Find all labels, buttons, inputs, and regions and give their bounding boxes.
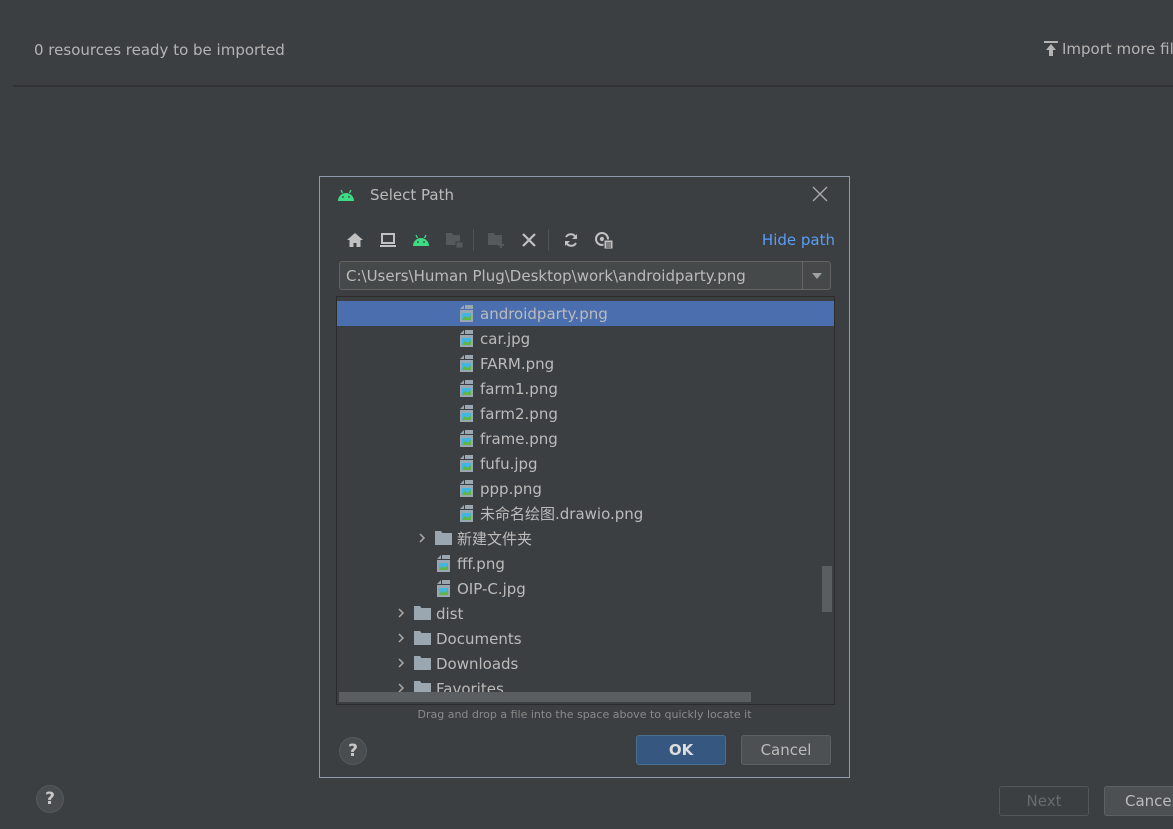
tree-item-label: Documents [436,629,522,648]
tree-item-label: 新建文件夹 [457,530,533,548]
chevron-down-icon [811,272,822,279]
tree-item-label: frame.png [480,429,558,448]
tree-item-label: FARM.png [480,354,555,373]
tree-file-row[interactable]: fff.png [337,551,834,576]
delete-icon [522,233,536,247]
chevron-right-icon[interactable] [395,632,407,644]
close-icon[interactable] [811,185,829,203]
module-folder-icon [445,232,463,248]
image-file-icon [437,580,450,597]
tree-folder-row[interactable]: Downloads [337,651,834,676]
import-more-files-label: Import more files [1062,40,1173,58]
android-project-icon [413,234,429,246]
toolbar-separator [473,229,474,251]
tree-file-row[interactable]: OIP-C.jpg [337,576,834,601]
file-tree[interactable]: Favorites Downloads Documents dist OIP-C.jpg… [336,296,835,705]
image-file-icon [460,305,473,322]
resources-status-text: 0 resources ready to be imported [34,41,285,59]
folder-icon [414,656,431,670]
tree-item-label: car.jpg [480,329,531,348]
ok-button[interactable]: OK [636,735,726,765]
help-button[interactable]: ? [36,785,64,813]
tree-item-label: farm1.png [480,379,558,398]
image-file-icon [437,555,450,572]
horizontal-scrollbar-thumb[interactable] [339,692,751,702]
tree-file-row[interactable]: androidparty.png [337,301,834,326]
folder-icon [435,531,452,545]
image-file-icon [460,455,473,472]
tree-file-row[interactable]: frame.png [337,426,834,451]
hide-path-link[interactable]: Hide path [762,231,835,249]
new-folder-icon [487,232,504,248]
show-hidden-button[interactable] [593,229,615,251]
drag-drop-hint: Drag and drop a file into the space abov… [417,708,752,721]
path-dropdown-button[interactable] [802,262,830,289]
dialog-cancel-button[interactable]: Cancel [741,735,831,765]
tree-folder-row[interactable]: dist [337,601,834,626]
image-file-icon [460,330,473,347]
select-path-dialog: Select Path Hide path C:\Users\Human Plu… [319,176,850,778]
tree-file-row[interactable]: 未命名绘图.drawio.png [337,501,834,526]
tree-file-row[interactable]: fufu.jpg [337,451,834,476]
image-file-icon [460,380,473,397]
image-file-icon [460,480,473,497]
folder-icon [414,631,431,645]
chevron-right-icon[interactable] [395,657,407,669]
desktop-icon [380,233,396,247]
new-folder-button[interactable] [485,229,507,251]
desktop-button[interactable] [377,229,399,251]
refresh-button[interactable] [560,229,582,251]
tree-item-label: 未命名绘图.drawio.png [480,505,644,523]
dialog-help-button[interactable]: ? [339,737,367,765]
toolbar-separator [548,229,549,251]
refresh-icon [565,233,577,247]
image-file-icon [460,355,473,372]
vertical-scrollbar-thumb[interactable] [822,566,832,612]
header-divider [13,85,1173,87]
next-button[interactable]: Next [999,786,1089,816]
home-icon [347,233,363,247]
toolbar [344,229,626,251]
show-hidden-icon [595,231,613,249]
folder-icon [414,606,431,620]
project-button[interactable] [410,229,432,251]
tree-item-label: fff.png [457,554,505,573]
tree-folder-row[interactable]: 新建文件夹 [337,526,834,551]
tree-item-label: ppp.png [480,479,542,498]
tree-folder-row[interactable]: Documents [337,626,834,651]
home-button[interactable] [344,229,366,251]
tree-item-label: farm2.png [480,404,558,423]
upload-icon [1044,41,1058,56]
chevron-right-icon[interactable] [395,607,407,619]
tree-item-label: Downloads [436,654,519,673]
cancel-button[interactable]: Cancel [1104,786,1173,816]
tree-item-label: fufu.jpg [480,454,538,473]
module-button[interactable] [443,229,465,251]
tree-item-label: dist [436,604,464,623]
import-more-files-button[interactable]: Import more files [1044,40,1173,58]
path-combobox[interactable] [339,261,831,290]
tree-file-row[interactable]: farm2.png [337,401,834,426]
tree-file-row[interactable]: FARM.png [337,351,834,376]
tree-item-label: androidparty.png [480,304,608,323]
image-file-icon [460,505,473,522]
dialog-title: Select Path [370,186,454,204]
tree-file-row[interactable]: car.jpg [337,326,834,351]
chevron-right-icon[interactable] [416,532,428,544]
delete-button[interactable] [518,229,540,251]
tree-file-row[interactable]: farm1.png [337,376,834,401]
image-file-icon [460,430,473,447]
image-file-icon [460,405,473,422]
android-icon [338,189,354,201]
tree-file-row[interactable]: ppp.png [337,476,834,501]
path-input[interactable] [340,262,802,289]
tree-item-label: OIP-C.jpg [457,579,526,598]
